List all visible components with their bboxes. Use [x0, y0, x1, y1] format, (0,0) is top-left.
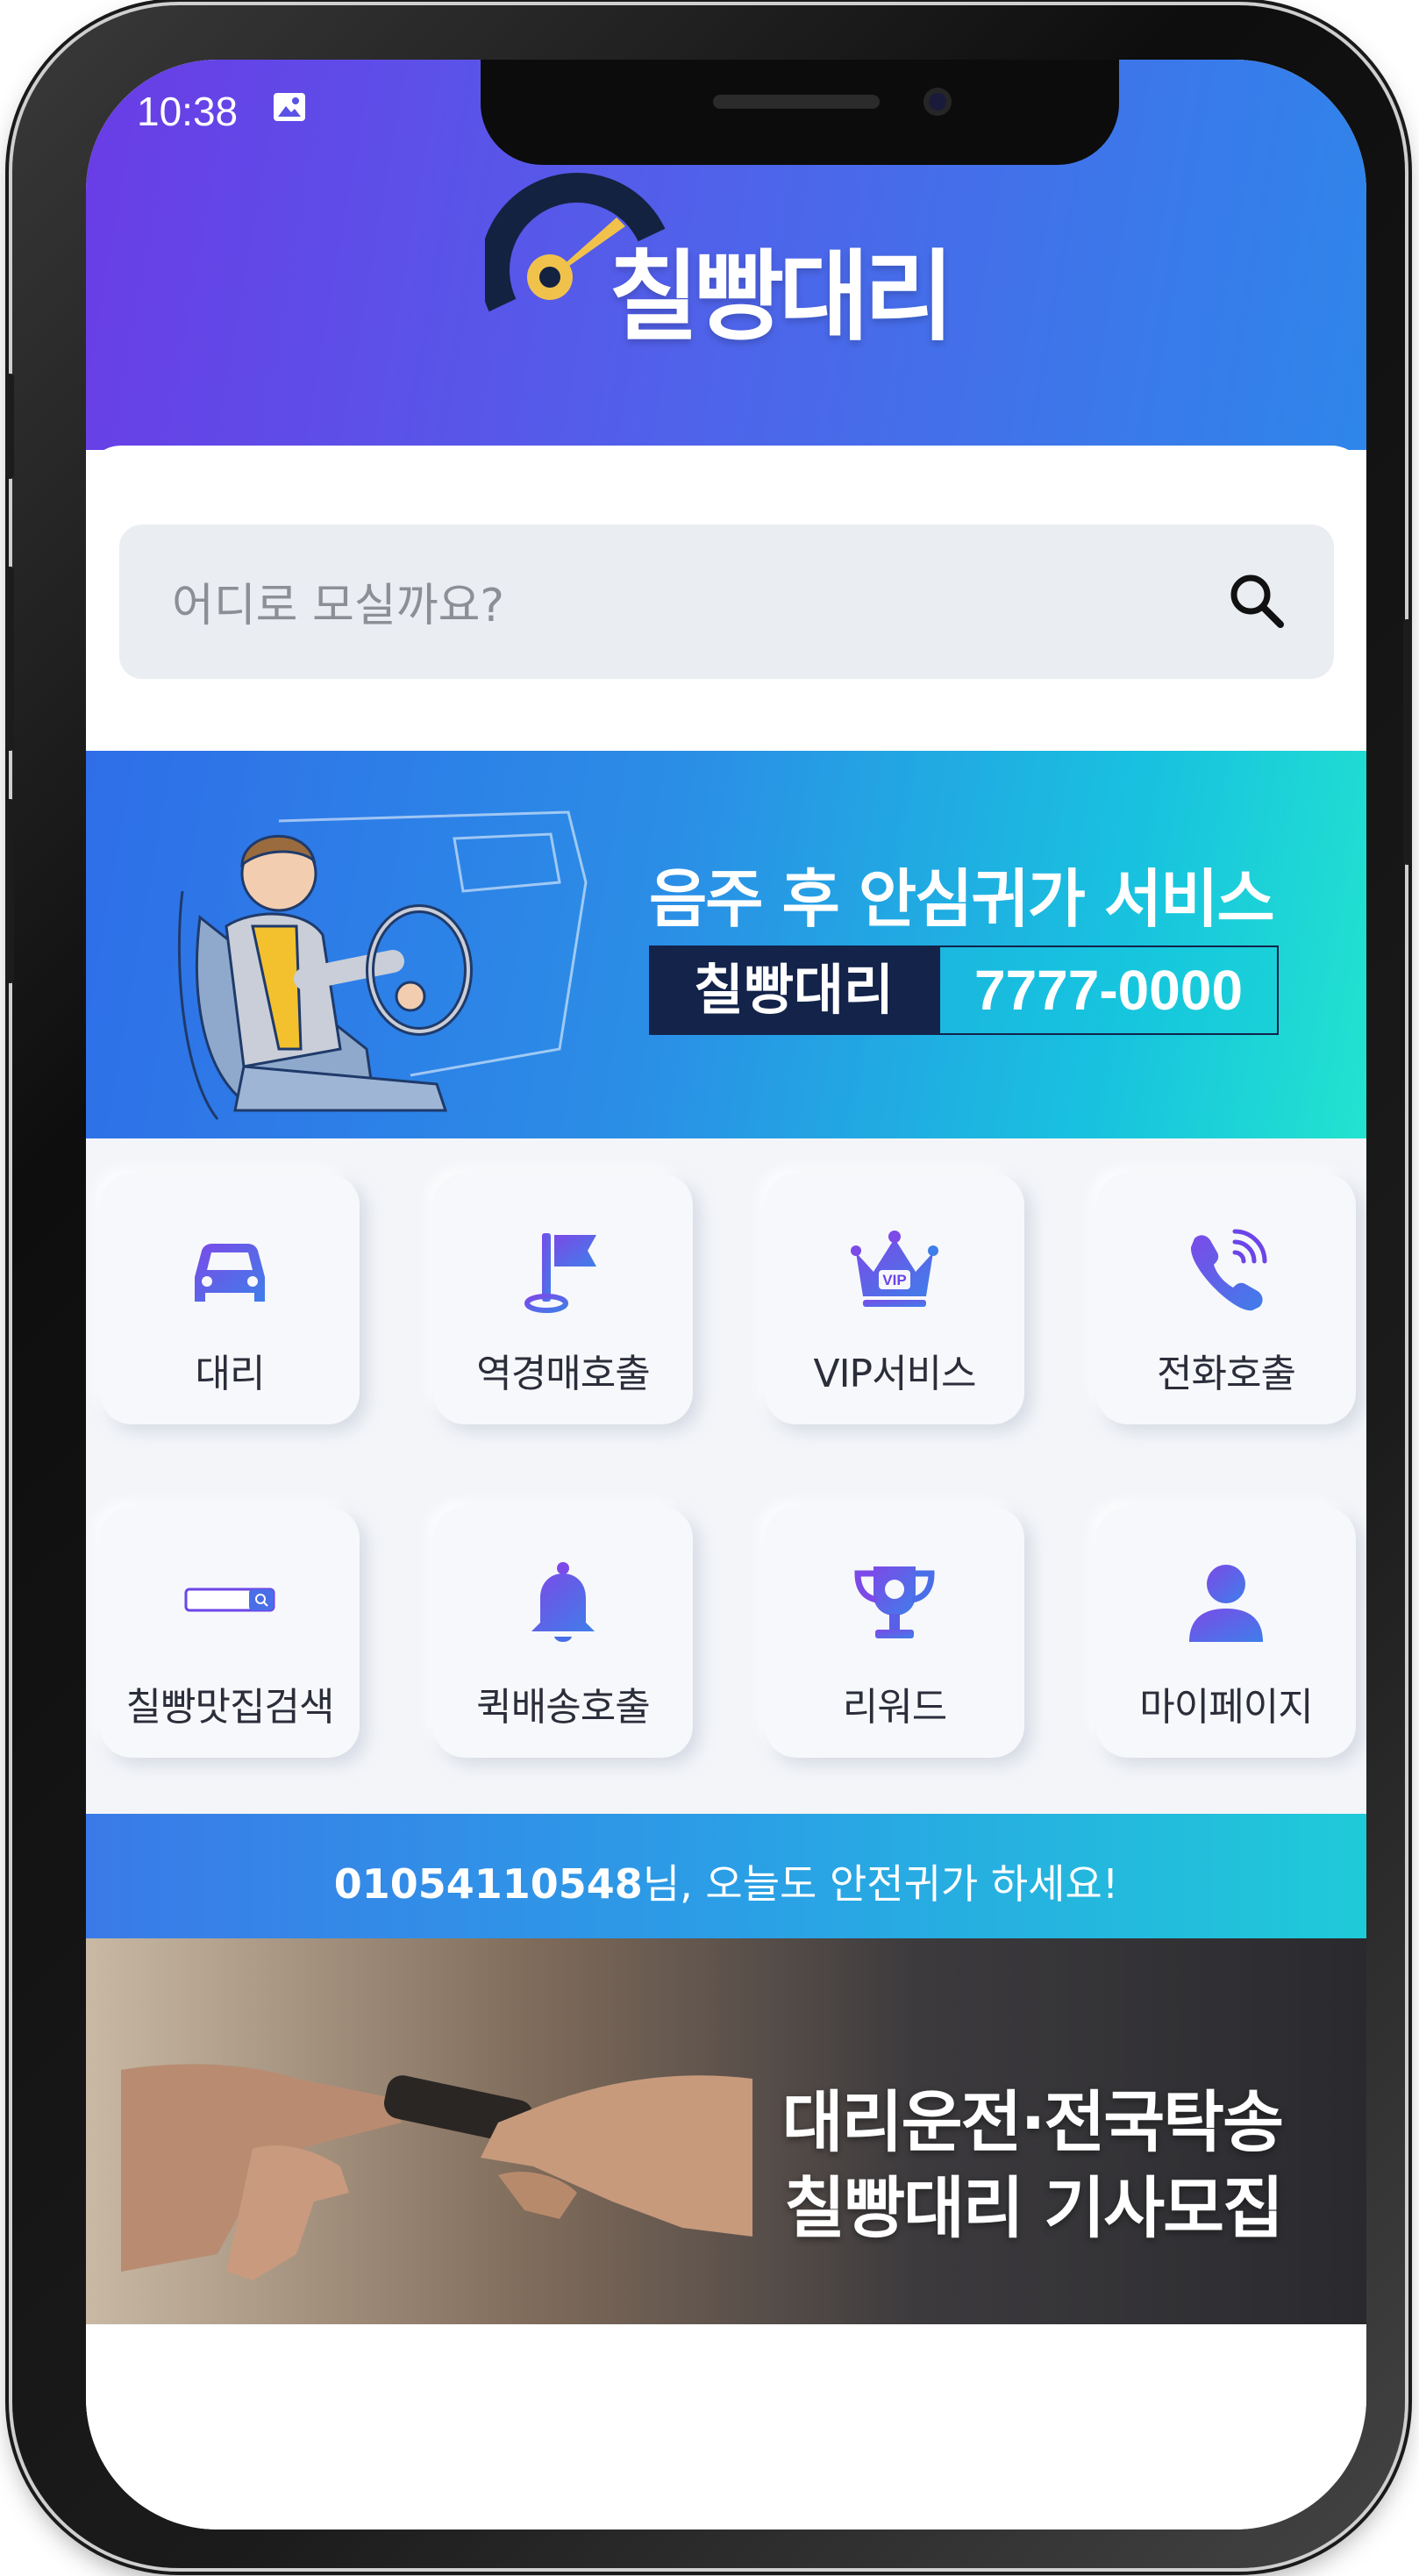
key-handover-image	[121, 2064, 752, 2280]
banner-brand: 칠빵대리	[649, 945, 938, 1035]
menu-item-vip[interactable]: VIP VIP서비스	[765, 1174, 1024, 1424]
recruit-line-1: 대리운전·전국탁송	[781, 2083, 1284, 2161]
menu-item-daeri[interactable]: 대리	[100, 1174, 360, 1424]
phone-call-icon	[1190, 1229, 1267, 1311]
menu-label: 전화호출	[1157, 1352, 1296, 1396]
greeting-text: 01054110548님, 오늘도 안전귀가 하세요!	[86, 1852, 1366, 1910]
recruit-line-2: 칠빵대리 기사모집	[784, 2169, 1284, 2247]
greeting-message: 님, 오늘도 안전귀가 하세요!	[642, 1860, 1119, 1908]
volume-up-button	[5, 567, 14, 751]
menu-grid: 대리 역경매호출 VIP VIP서비스 전화호출 칠빵맛집검색 퀵배송호출 리워…	[86, 1138, 1366, 1814]
menu-label: 역경매호출	[476, 1352, 650, 1396]
search-input[interactable]: 어디로 모실까요?	[119, 524, 1334, 679]
menu-label: VIP서비스	[813, 1352, 976, 1396]
menu-label: 리워드	[842, 1685, 947, 1730]
menu-item-restaurant-search[interactable]: 칠빵맛집검색	[100, 1507, 360, 1758]
svg-text:VIP: VIP	[882, 1272, 906, 1288]
power-button	[1403, 619, 1412, 865]
earpiece-speaker	[713, 95, 880, 109]
greeting-user: 01054110548	[333, 1860, 643, 1908]
search-bar-icon	[184, 1588, 275, 1612]
menu-item-quick-delivery[interactable]: 퀵배송호출	[433, 1507, 693, 1758]
phone-notch	[481, 60, 1119, 165]
menu-item-phone-call[interactable]: 전화호출	[1096, 1174, 1356, 1424]
app-screen: 10:38 칠빵대리 어디로 모실까요? 음주 후 안심귀가 서비스 칠빵대리 …	[86, 60, 1366, 2530]
banner-phone-number[interactable]: 7777-0000	[938, 945, 1279, 1035]
image-notification-icon	[274, 93, 305, 121]
menu-label: 마이페이지	[1139, 1685, 1313, 1730]
menu-label: 칠빵맛집검색	[125, 1685, 335, 1730]
menu-item-reverse-auction[interactable]: 역경매호출	[433, 1174, 693, 1424]
trophy-icon	[854, 1566, 935, 1638]
menu-item-reward[interactable]: 리워드	[765, 1507, 1024, 1758]
search-placeholder: 어디로 모실까요?	[172, 580, 505, 632]
side-button	[5, 374, 14, 479]
vip-crown-icon: VIP	[851, 1231, 938, 1307]
safe-ride-banner[interactable]: 음주 후 안심귀가 서비스 칠빵대리 7777-0000	[86, 751, 1366, 1138]
bell-icon	[531, 1562, 595, 1642]
phone-frame: 10:38 칠빵대리 어디로 모실까요? 음주 후 안심귀가 서비스 칠빵대리 …	[5, 5, 1412, 2568]
flag-icon	[524, 1233, 596, 1313]
car-icon	[195, 1244, 265, 1302]
search-icon[interactable]	[1226, 570, 1287, 632]
app-logo-text: 칠빵대리	[609, 240, 954, 354]
banner-title: 음주 후 안심귀가 서비스	[649, 862, 1275, 936]
menu-label: 퀵배송호출	[476, 1685, 650, 1730]
status-time: 10:38	[137, 89, 239, 134]
menu-label: 대리	[195, 1352, 266, 1396]
user-icon	[1189, 1565, 1263, 1642]
driver-recruit-banner[interactable]: 대리운전·전국탁송 칠빵대리 기사모집	[86, 1938, 1366, 2324]
front-camera	[923, 88, 952, 116]
menu-item-mypage[interactable]: 마이페이지	[1096, 1507, 1356, 1758]
greeting-bar: 01054110548님, 오늘도 안전귀가 하세요!	[86, 1814, 1366, 1938]
volume-down-button	[5, 799, 14, 983]
driver-illustration	[177, 810, 588, 1120]
